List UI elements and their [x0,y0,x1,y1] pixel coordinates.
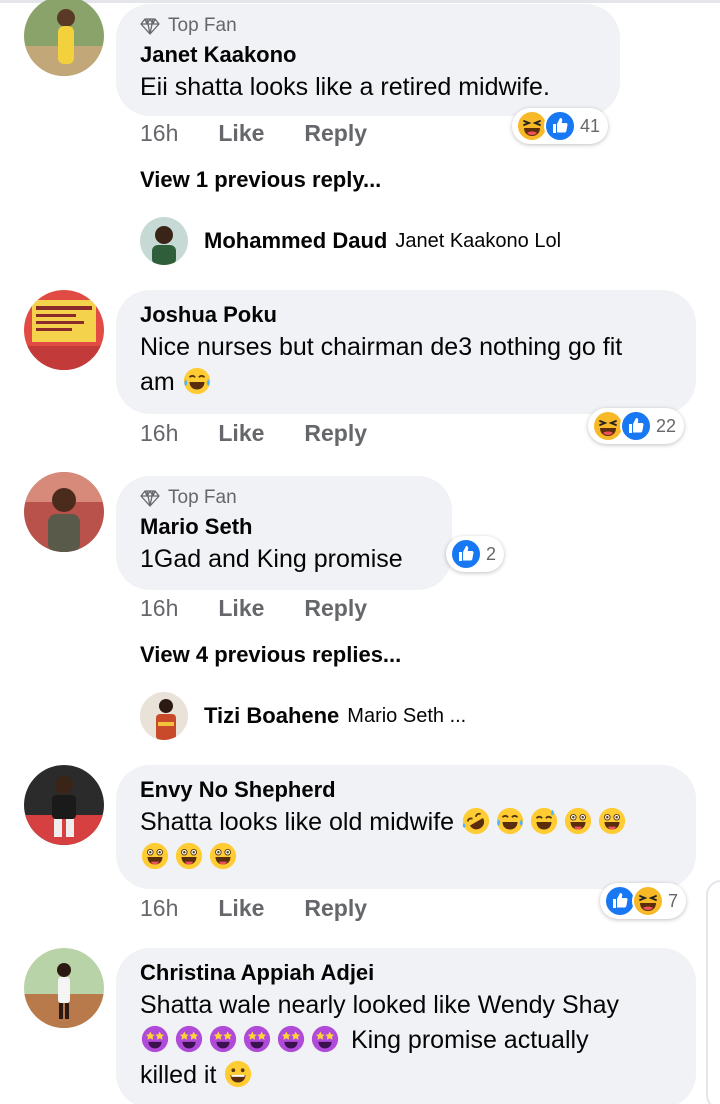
star-struck-emoji [310,1024,340,1054]
comment-text-line [140,840,672,875]
like-button[interactable]: Like [218,595,264,622]
comment-author[interactable]: Joshua Poku [140,300,672,330]
top-fan-badge: Top Fan [140,14,596,38]
top-fan-badge: Top Fan [140,486,428,510]
comment-author[interactable]: Envy No Shepherd [140,775,672,805]
tongue-emoji [140,841,170,871]
comment-text-line: Shatta wale nearly looked like Wendy Sha… [140,991,619,1019]
comment-author[interactable]: Mario Seth [140,512,428,542]
avatar[interactable] [24,0,104,76]
reply-avatar[interactable] [140,217,188,265]
comment-author[interactable]: Christina Appiah Adjei [140,958,672,988]
comment-bubble: Top Fan Janet Kaakono Eii shatta looks l… [116,4,620,116]
comment-bubble: Joshua Poku Nice nurses but chairman de3… [116,290,696,414]
tongue-emoji [597,806,627,836]
avatar[interactable] [24,948,104,1028]
avatar[interactable] [24,765,104,845]
top-divider [0,0,720,3]
reply-author[interactable]: Tizi Boahene [204,703,339,729]
tongue-emoji [174,841,204,871]
comment-text-line: Shatta looks like old midwife [140,805,672,840]
diamond-icon [140,488,160,508]
comment-bubble: Christina Appiah Adjei Shatta wale nearl… [116,948,696,1104]
laughing-emoji [495,806,525,836]
comment-time[interactable]: 16h [140,595,178,622]
reaction-summary[interactable]: 7 [600,883,687,919]
reply-text: Mario Seth ... [347,704,467,727]
tongue-emoji [563,806,593,836]
reply-button[interactable]: Reply [304,420,367,447]
reply-author[interactable]: Mohammed Daud [204,228,387,254]
comment-bubble: Top Fan Mario Seth 1Gad and King promise [116,476,452,590]
reaction-summary[interactable]: 22 [588,408,685,444]
comment-text-line: King promise actually [140,1023,672,1058]
avatar[interactable] [24,290,104,370]
reaction-count: 2 [486,543,497,564]
sweat-smile-emoji [529,806,559,836]
tongue-emoji [208,841,238,871]
like-reaction-icon [620,410,652,442]
comment-actions: 16h Like Reply [140,895,367,922]
reply-avatar[interactable] [140,692,188,740]
like-reaction-icon [450,538,482,570]
reaction-summary[interactable]: 41 [512,108,609,144]
reply-button[interactable]: Reply [304,120,367,147]
like-button[interactable]: Like [218,420,264,447]
reply-button[interactable]: Reply [304,895,367,922]
reaction-count: 41 [580,115,601,136]
comment-text: 1Gad and King promise [140,545,403,573]
star-struck-emoji [242,1024,272,1054]
comment-time[interactable]: 16h [140,120,178,147]
star-struck-emoji [276,1024,306,1054]
like-button[interactable]: Like [218,895,264,922]
like-reaction-icon [544,110,576,142]
rofl-emoji [461,806,491,836]
latest-reply[interactable]: Mohammed Daud Janet Kaakono Lol [140,217,561,265]
grinning-emoji [223,1059,253,1089]
reply-button[interactable]: Reply [304,595,367,622]
comment-text-line: am [140,365,672,400]
reaction-count: 22 [656,415,677,436]
comment-text-line: killed it [140,1058,672,1093]
comment-actions: 16h Like Reply [140,120,367,147]
avatar[interactable] [24,472,104,552]
like-button[interactable]: Like [218,120,264,147]
laughing-emoji [182,366,212,396]
comment-text: Eii shatta looks like a retired midwife. [140,73,550,101]
badge-label: Top Fan [168,487,237,508]
badge-label: Top Fan [168,15,237,36]
latest-reply[interactable]: Tizi Boahene Mario Seth ... [140,692,466,740]
diamond-icon [140,16,160,36]
comment-author[interactable]: Janet Kaakono [140,40,596,70]
haha-reaction-icon [632,885,664,917]
comment-time[interactable]: 16h [140,420,178,447]
star-struck-emoji [140,1024,170,1054]
view-previous-replies[interactable]: View 1 previous reply... [140,167,381,193]
reply-text: Janet Kaakono Lol [395,229,562,252]
comment-time[interactable]: 16h [140,895,178,922]
comment-actions: 16h Like Reply [140,420,367,447]
view-previous-replies[interactable]: View 4 previous replies... [140,642,401,668]
star-struck-emoji [174,1024,204,1054]
next-card-edge [706,880,720,1104]
comment-text-line: Nice nurses but chairman de3 nothing go … [140,333,623,361]
comment-bubble: Envy No Shepherd Shatta looks like old m… [116,765,696,889]
star-struck-emoji [208,1024,238,1054]
comment-actions: 16h Like Reply [140,595,367,622]
reaction-count: 7 [668,890,679,911]
reaction-summary[interactable]: 2 [446,536,505,572]
